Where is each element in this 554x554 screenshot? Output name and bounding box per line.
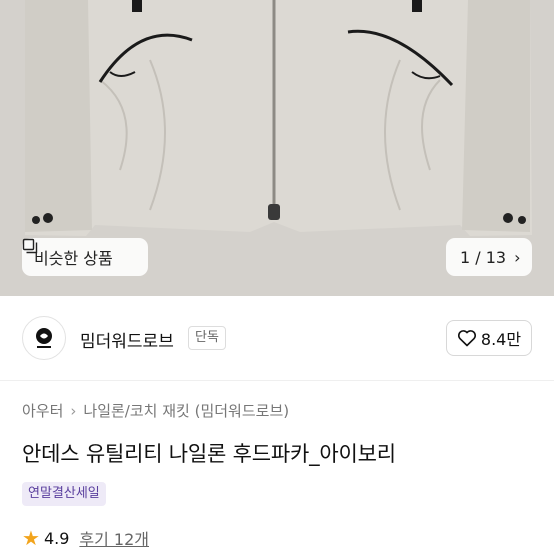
shop-logo[interactable] <box>22 316 66 360</box>
image-counter: 1 / 13 <box>460 247 507 267</box>
shop-logo-icon <box>36 328 52 348</box>
chevron-right-icon: › <box>514 247 521 267</box>
breadcrumb-item-outer[interactable]: 아우터 <box>22 400 63 421</box>
star-icon: ★ <box>22 526 40 550</box>
like-count: 8.4만 <box>480 330 522 349</box>
exclusive-badge: 단독 <box>188 326 226 350</box>
reviews-link[interactable]: 후기 12개 <box>79 526 149 550</box>
shop-name[interactable]: 밈더워드로브 <box>80 327 174 352</box>
product-title: 안데스 유틸리티 나일론 후드파카_아이보리 <box>22 442 396 466</box>
similar-items-label: 비슷한 상품 <box>34 249 113 268</box>
rating-row: ★ 4.9 후기 12개 <box>22 526 149 550</box>
shop-row: 밈더워드로브 단독 8.4만 <box>0 310 554 366</box>
sale-badge: 연말결산세일 <box>22 482 106 506</box>
chevron-right-icon: › <box>70 401 77 420</box>
image-counter-button[interactable]: 1 / 13 › <box>446 238 532 276</box>
rating-score: 4.9 <box>43 528 70 548</box>
like-button[interactable]: 8.4만 <box>446 320 532 356</box>
heart-icon <box>457 330 476 347</box>
breadcrumb-item-category[interactable]: 나일론/코치 재킷 (밈더워드로브) <box>83 400 289 421</box>
breadcrumb: 아우터 › 나일론/코치 재킷 (밈더워드로브) <box>22 400 289 421</box>
divider <box>0 380 554 381</box>
similar-items-icon <box>22 238 38 254</box>
product-image[interactable]: 비슷한 상품 1 / 13 › <box>0 0 554 296</box>
similar-items-button[interactable]: 비슷한 상품 <box>22 238 148 276</box>
